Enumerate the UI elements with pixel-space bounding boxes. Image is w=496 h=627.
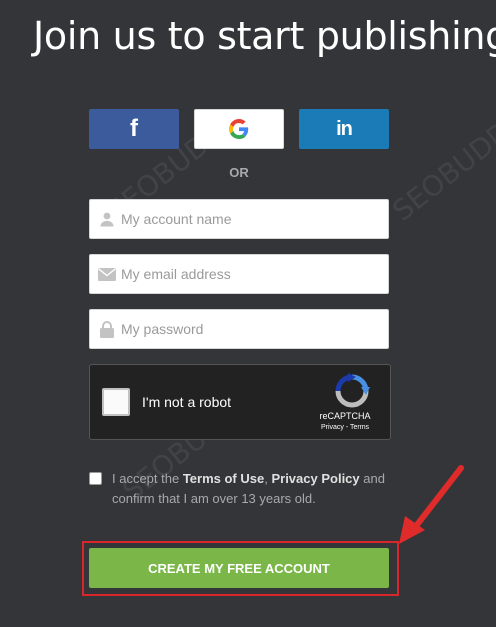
create-account-button[interactable]: CREATE MY FREE ACCOUNT (89, 548, 389, 588)
page-title: Join us to start publishing (33, 14, 496, 58)
account-name-input[interactable] (121, 200, 388, 238)
recaptcha-widget: I'm not a robot reCAPTCHA Privacy - Term… (89, 364, 391, 440)
recaptcha-checkbox[interactable] (102, 388, 130, 416)
terms-text: I accept the Terms of Use, Privacy Polic… (112, 469, 402, 509)
privacy-policy-link[interactable]: Privacy Policy (271, 471, 359, 486)
terms-of-use-link[interactable]: Terms of Use (183, 471, 264, 486)
recaptcha-privacy-terms[interactable]: Privacy - Terms (310, 424, 380, 431)
recaptcha-brand: reCAPTCHA (319, 411, 371, 421)
recaptcha-label: I'm not a robot (142, 394, 232, 410)
password-field[interactable] (89, 309, 389, 349)
google-icon (229, 119, 249, 139)
password-input[interactable] (121, 310, 388, 348)
envelope-icon (97, 265, 117, 283)
lock-icon (97, 320, 117, 338)
linkedin-signup-button[interactable]: in (299, 109, 389, 149)
facebook-signup-button[interactable]: f (89, 109, 179, 149)
email-input[interactable] (121, 255, 388, 293)
arrow-annotation-icon (399, 465, 464, 544)
or-separator: OR (229, 165, 249, 180)
email-field[interactable] (89, 254, 389, 294)
terms-prefix: I accept the (112, 471, 183, 486)
accept-terms-checkbox[interactable] (89, 472, 102, 485)
recaptcha-logo-icon (335, 373, 370, 408)
linkedin-icon: in (336, 117, 353, 140)
google-signup-button[interactable] (194, 109, 284, 149)
facebook-icon: f (130, 115, 138, 142)
user-icon (97, 210, 117, 228)
account-name-field[interactable] (89, 199, 389, 239)
